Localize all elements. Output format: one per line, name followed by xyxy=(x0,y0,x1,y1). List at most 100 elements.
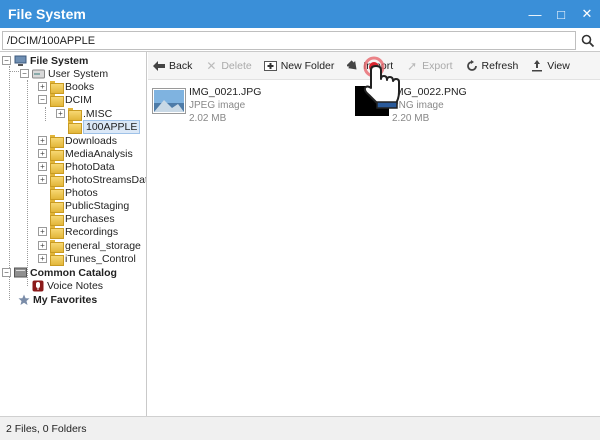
refresh-icon xyxy=(465,59,479,73)
expand-icon[interactable]: + xyxy=(38,227,47,236)
minimize-button[interactable]: — xyxy=(522,0,548,28)
expand-icon[interactable]: + xyxy=(56,109,65,118)
path-input[interactable] xyxy=(2,31,576,50)
delete-button[interactable]: ✕ Delete xyxy=(204,59,251,73)
tree-label: 100APPLE xyxy=(83,119,141,134)
tree-label: MediaAnalysis xyxy=(65,147,133,160)
tree-label: Voice Notes xyxy=(47,279,104,292)
new-folder-label: New Folder xyxy=(280,59,335,72)
tree-item-user-system[interactable]: − User System xyxy=(20,67,108,80)
collapse-icon[interactable]: − xyxy=(38,95,47,104)
collapse-icon[interactable]: − xyxy=(20,69,29,78)
catalog-icon xyxy=(14,267,27,278)
folder-icon xyxy=(50,240,64,253)
tree-item-my-favorites[interactable]: My Favorites xyxy=(18,293,97,306)
folder-icon xyxy=(50,94,64,107)
folder-icon xyxy=(50,226,64,239)
file-name: IMG_0021.JPG xyxy=(189,86,262,98)
tree-label: Books xyxy=(65,80,95,93)
tree-item-dcim[interactable]: − DCIM xyxy=(38,93,92,107)
tree-item-voice-notes[interactable]: Voice Notes xyxy=(32,279,103,292)
tree-item-photos[interactable]: Photos xyxy=(50,186,98,200)
delete-x-icon: ✕ xyxy=(206,58,217,73)
title-bar: File System — □ ✕ xyxy=(0,0,600,28)
view-label: View xyxy=(547,59,570,72)
file-item[interactable]: IMG_0021.JPG JPEG image 2.02 MB xyxy=(152,86,261,124)
expand-icon[interactable]: + xyxy=(38,82,47,91)
expand-icon[interactable]: + xyxy=(38,241,47,250)
view-button[interactable]: View xyxy=(530,59,570,73)
folder-icon xyxy=(50,81,64,94)
back-label: Back xyxy=(169,59,193,72)
image-thumbnail-icon xyxy=(152,88,186,114)
voice-notes-icon xyxy=(32,280,44,291)
tree-label: Downloads xyxy=(65,134,117,147)
tree-label: Photos xyxy=(65,186,98,199)
expand-icon[interactable]: + xyxy=(38,149,47,158)
tree-label: User System xyxy=(48,67,109,80)
tree-item-file-system[interactable]: − File System xyxy=(2,54,88,67)
tree-label: PhotoStreamsData xyxy=(65,173,147,186)
folder-icon xyxy=(50,148,64,161)
tree-item-downloads[interactable]: + Downloads xyxy=(38,134,117,148)
refresh-button[interactable]: Refresh xyxy=(465,59,519,73)
view-sort-icon xyxy=(530,59,544,73)
tree-item-public-staging[interactable]: PublicStaging xyxy=(50,199,130,213)
expand-icon[interactable]: + xyxy=(38,162,47,171)
folder-icon xyxy=(50,135,64,148)
computer-icon xyxy=(14,55,27,66)
tree-label: Purchases xyxy=(65,212,115,225)
export-button[interactable]: ➚ Export xyxy=(405,59,452,73)
back-button[interactable]: Back xyxy=(152,59,192,73)
delete-label: Delete xyxy=(221,59,252,72)
tree-item-photo-streams-data[interactable]: + PhotoStreamsData xyxy=(38,173,147,187)
drive-icon xyxy=(32,69,45,79)
tree-item-purchases[interactable]: Purchases xyxy=(50,212,115,226)
tree-item-books[interactable]: + Books xyxy=(38,80,95,94)
new-folder-button[interactable]: New Folder xyxy=(264,59,335,73)
tree-label: My Favorites xyxy=(33,293,98,306)
back-arrow-icon xyxy=(152,59,166,73)
tree-label: general_storage xyxy=(65,239,141,252)
tree-item-general-storage[interactable]: + general_storage xyxy=(38,239,141,253)
maximize-button[interactable]: □ xyxy=(548,0,574,28)
tree-label: PhotoData xyxy=(65,160,115,173)
tree-item-media-analysis[interactable]: + MediaAnalysis xyxy=(38,147,133,161)
tree-label: PublicStaging xyxy=(65,199,130,212)
export-label: Export xyxy=(422,59,453,72)
tree-label: .MISC xyxy=(83,107,113,120)
file-type: JPEG image xyxy=(189,100,246,111)
expand-icon[interactable]: + xyxy=(38,136,47,145)
status-text: 2 Files, 0 Folders xyxy=(6,423,87,435)
search-icon[interactable] xyxy=(578,31,598,50)
folder-icon xyxy=(50,187,64,200)
collapse-icon[interactable]: − xyxy=(2,268,11,277)
path-bar xyxy=(0,28,600,52)
hand-cursor-icon xyxy=(363,56,400,109)
tree-item-misc[interactable]: + .MISC xyxy=(56,107,113,121)
tree-label: Common Catalog xyxy=(30,266,117,279)
collapse-icon[interactable]: − xyxy=(2,56,11,65)
status-bar: 2 Files, 0 Folders xyxy=(0,416,600,440)
close-button[interactable]: ✕ xyxy=(574,0,600,28)
window-title: File System xyxy=(8,6,86,22)
tree-item-100apple[interactable]: 100APPLE xyxy=(68,119,141,134)
expand-icon[interactable]: + xyxy=(38,254,47,263)
file-size: 2.20 MB xyxy=(392,113,430,124)
new-folder-icon xyxy=(264,59,278,73)
tree-item-itunes-control[interactable]: + iTunes_Control xyxy=(38,252,136,266)
file-size: 2.02 MB xyxy=(189,113,227,124)
folder-icon xyxy=(50,161,64,174)
expand-icon[interactable]: + xyxy=(38,175,47,184)
folder-icon xyxy=(50,200,64,213)
tree-item-photo-data[interactable]: + PhotoData xyxy=(38,160,115,174)
folder-icon xyxy=(68,121,82,134)
refresh-label: Refresh xyxy=(481,59,519,72)
folder-icon xyxy=(68,108,82,121)
file-list: IMG_0021.JPG JPEG image 2.02 MB IMG_0022… xyxy=(148,80,600,416)
tree-item-recordings[interactable]: + Recordings xyxy=(38,225,118,239)
export-arrow-icon: ➚ xyxy=(407,58,418,73)
tree-item-common-catalog[interactable]: − Common Catalog xyxy=(2,266,117,279)
folder-icon xyxy=(50,253,64,266)
tree-label: DCIM xyxy=(65,93,92,106)
